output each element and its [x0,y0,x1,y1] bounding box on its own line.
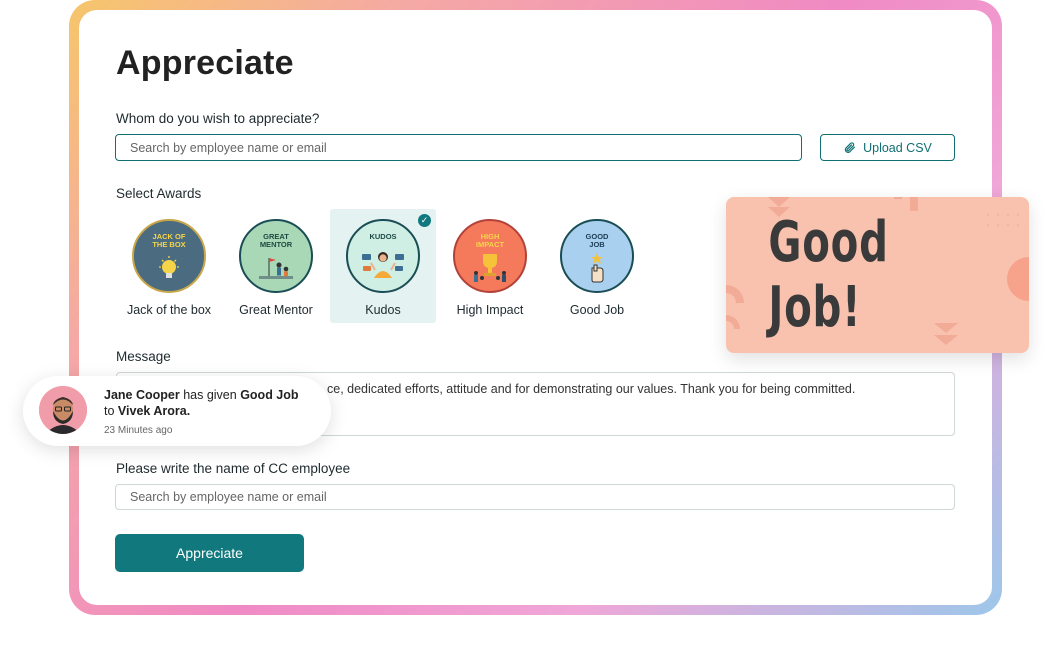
upload-csv-button[interactable]: Upload CSV [820,134,955,161]
award-badge-text: Jack of the box [152,232,186,249]
award-badge: Good Job [560,219,634,293]
kudos-icon [362,252,404,278]
mentor-icon [259,258,293,279]
award-high-impact[interactable]: High Impact High Impact [437,209,543,323]
giver-name: Jane Cooper [104,388,180,402]
award-badge-text: Good Job [585,232,609,249]
thumbs-up-icon [591,253,604,283]
page-title: Appreciate [116,44,294,82]
award-name: Jack of the box [126,303,212,317]
cc-label: Please write the name of CC employee [116,461,351,476]
awards-list: Jack of the box Jack of the box Great Me… [116,209,650,323]
person-avatar-image [39,386,87,434]
notification-toast: Jane Cooper has given Good Job to Vivek … [23,376,331,446]
award-badge: Jack of the box [132,219,206,293]
receiver-name: Vivek Arora. [117,404,191,418]
preview-text: Good Job! [768,210,889,340]
notification-verb: has given [183,388,237,402]
notification-text: Jane Cooper has given Good Job to Vivek … [104,387,319,419]
notification-to: to [104,404,115,418]
award-badge: High Impact [453,219,527,293]
awards-label: Select Awards [116,186,202,201]
award-name: High Impact [456,303,524,317]
award-kudos[interactable]: ✓ Kudos Kudos [330,209,436,323]
award-name-bold: Good Job [240,388,299,402]
avatar [39,386,87,434]
recipient-search-input[interactable] [115,134,802,161]
lightbulb-icon [159,256,179,278]
award-name: Kudos [365,303,401,317]
award-name: Good Job [569,303,625,317]
paperclip-icon [844,142,856,153]
award-jack-of-the-box[interactable]: Jack of the box Jack of the box [116,209,222,323]
message-label: Message [116,349,171,364]
recipient-label: Whom do you wish to appreciate? [116,111,320,126]
award-badge-text: Kudos [369,232,397,241]
upload-csv-label: Upload CSV [863,140,932,155]
award-badge: Great Mentor [239,219,313,293]
notification-time: 23 Minutes ago [104,425,173,436]
trophy-icon [474,254,506,282]
award-name: Great Mentor [239,303,313,317]
appreciate-button[interactable]: Appreciate [115,534,304,572]
award-badge-text: Great Mentor [259,232,293,249]
check-icon: ✓ [418,214,431,227]
award-good-job[interactable]: Good Job Good Job [544,209,650,323]
award-badge: Kudos [346,219,420,293]
cc-search-input[interactable] [115,484,955,510]
award-badge-text: High Impact [475,232,505,249]
award-preview-card: Good Job! [726,197,1029,353]
award-great-mentor[interactable]: Great Mentor Great Mentor [223,209,329,323]
